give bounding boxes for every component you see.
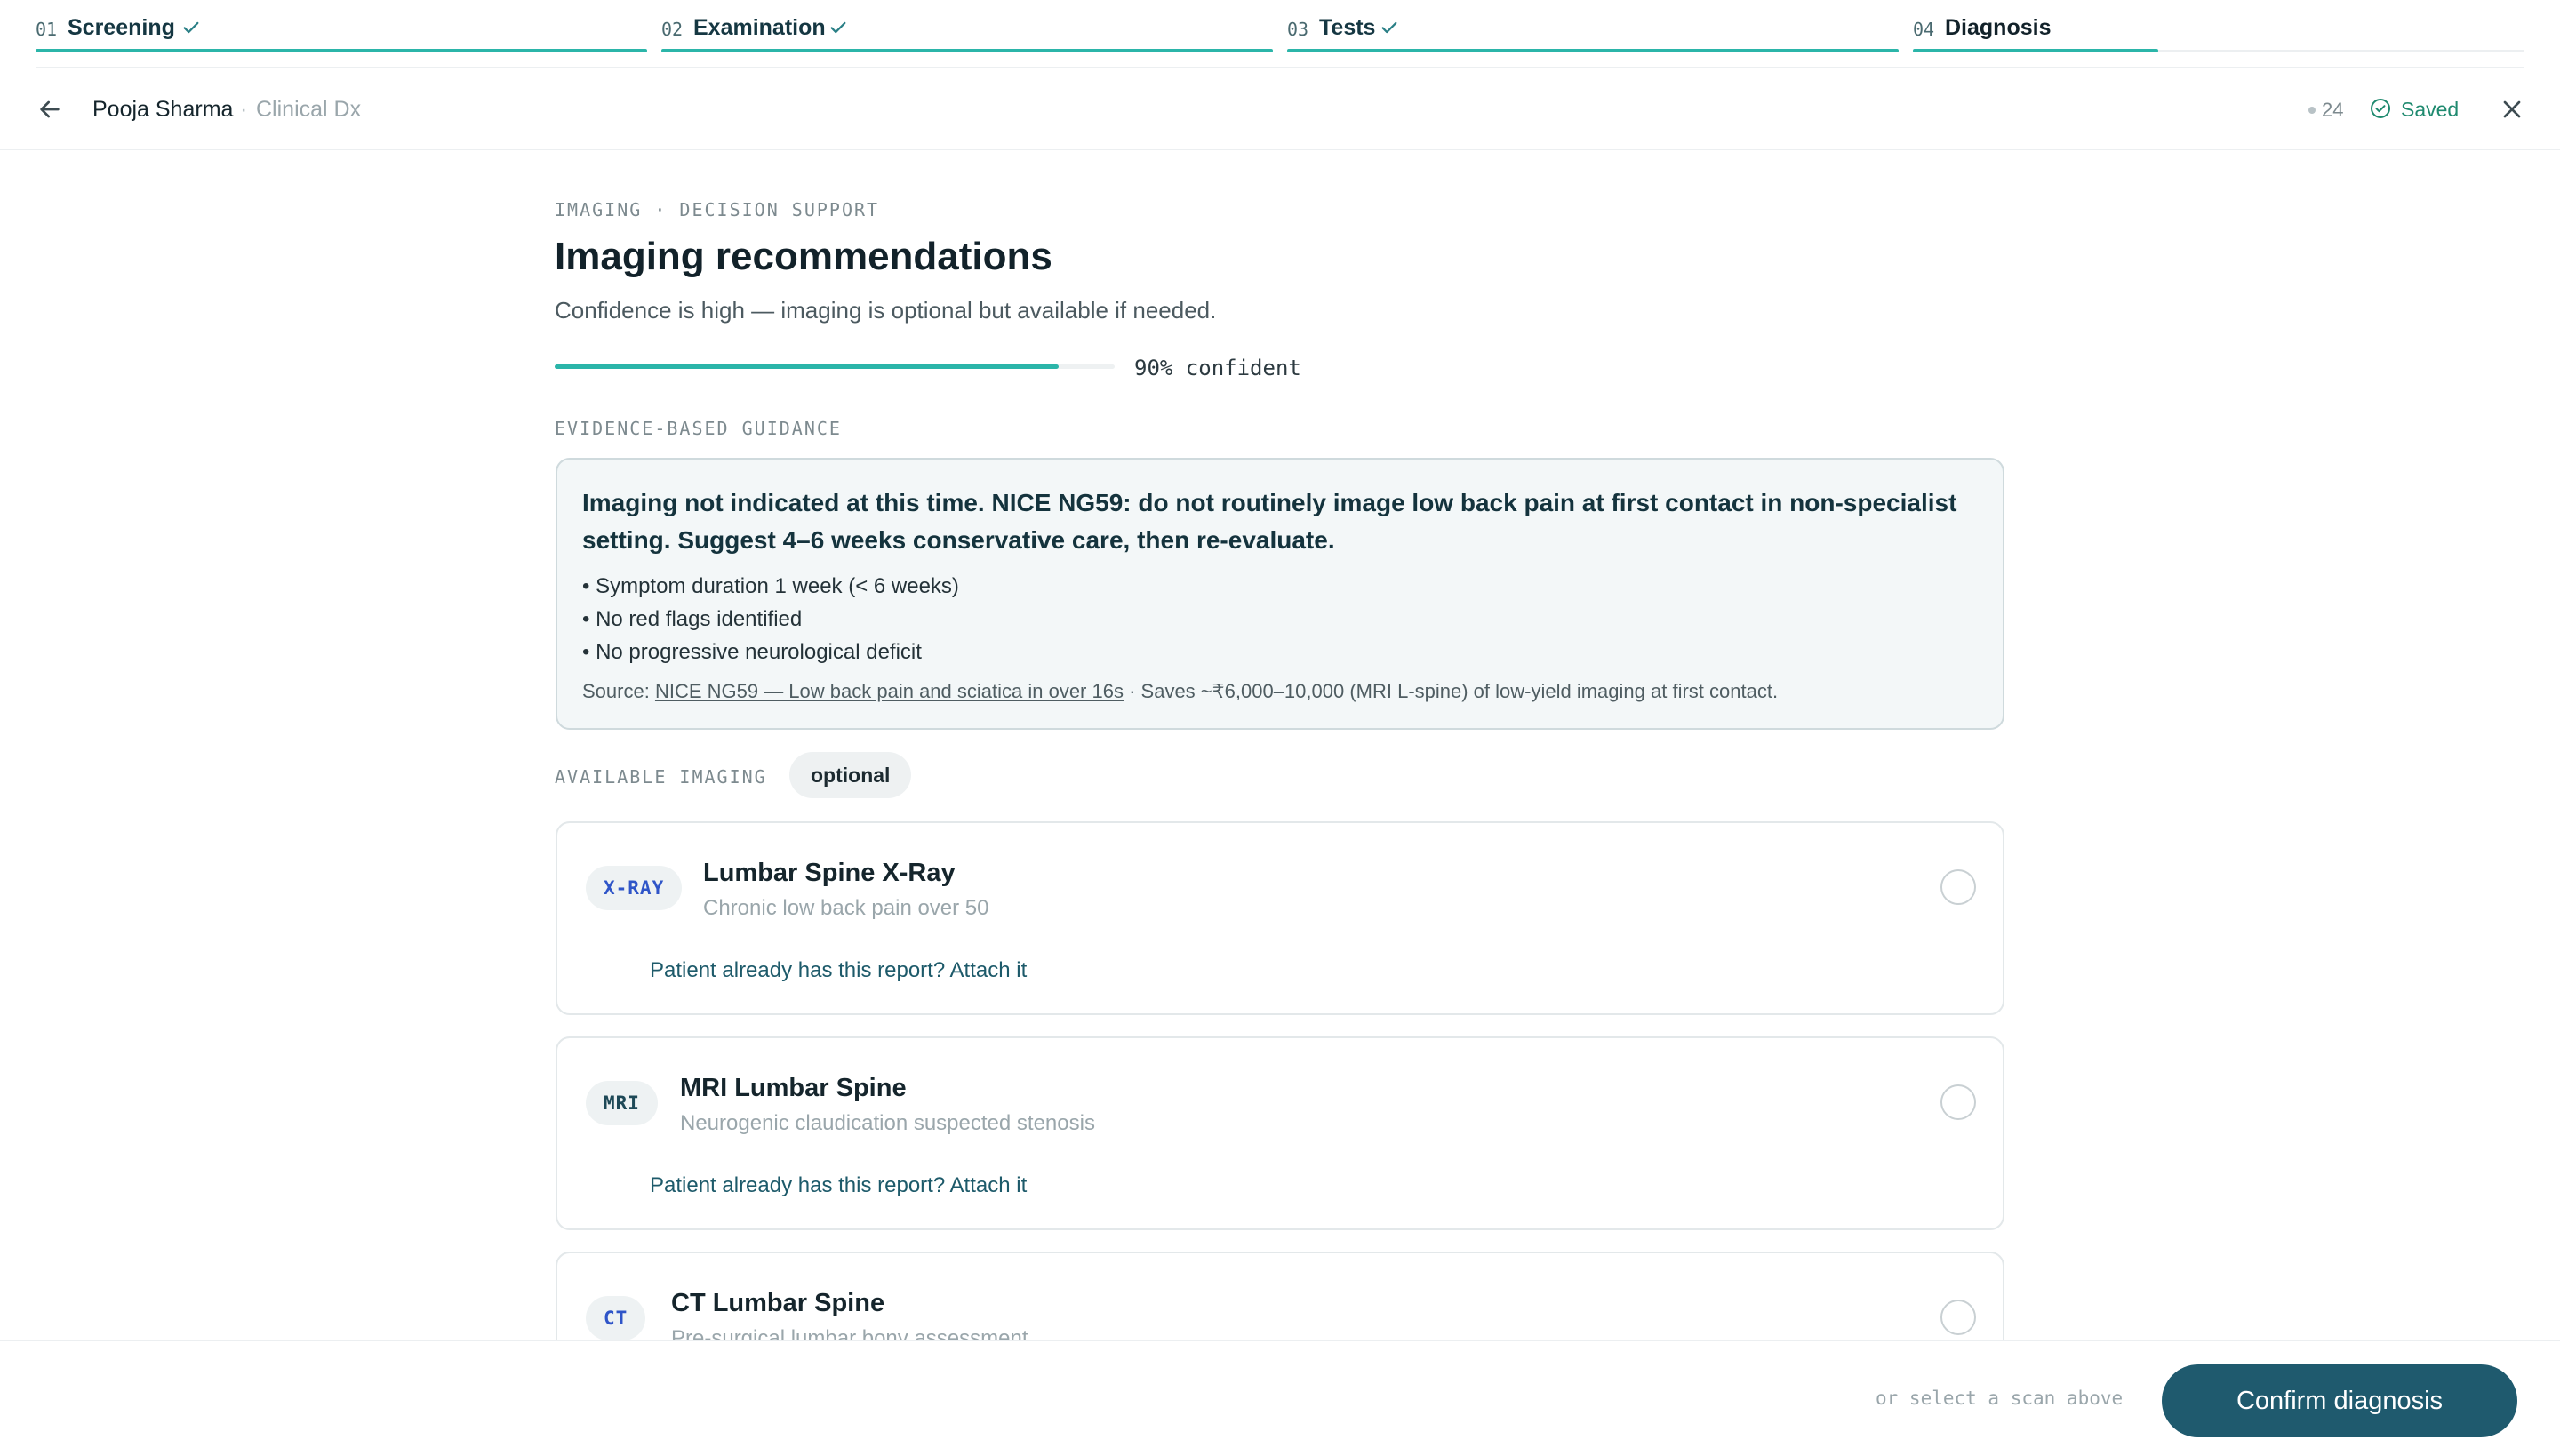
step-progress-bar: [1913, 49, 2158, 52]
step-number: 03: [1287, 19, 1309, 40]
confidence-label: 90% confident: [1134, 356, 1301, 380]
imaging-card-mri[interactable]: MRI MRI Lumbar Spine Neurogenic claudica…: [556, 1036, 2004, 1230]
modality-badge: CT: [586, 1296, 646, 1340]
step-diagnosis[interactable]: 04 Diagnosis: [1913, 0, 2524, 53]
imaging-title: MRI Lumbar Spine: [680, 1074, 907, 1102]
step-label: Screening: [68, 15, 175, 40]
page-subtitle: Confidence is high — imaging is optional…: [555, 297, 1217, 324]
action-footer: or select a scan above Confirm diagnosis: [0, 1340, 2560, 1456]
imaging-indication: Neurogenic claudication suspected stenos…: [680, 1111, 1095, 1135]
step-screening[interactable]: 01 Screening: [36, 0, 647, 53]
close-icon[interactable]: [2498, 95, 2526, 124]
confirm-diagnosis-button[interactable]: Confirm diagnosis: [2162, 1364, 2517, 1437]
guidance-bullet: Symptom duration 1 week (< 6 weeks): [582, 570, 959, 603]
guidance-bullet: No progressive neurological deficit: [582, 636, 959, 668]
check-icon: [830, 21, 846, 34]
header-separator: ·: [240, 97, 248, 122]
optional-badge: optional: [789, 752, 912, 798]
guidance-bullets: Symptom duration 1 week (< 6 weeks) No r…: [582, 570, 959, 668]
step-progress-bar: [1287, 49, 1899, 52]
header-context: Clinical Dx: [256, 97, 362, 122]
step-label: Examination: [693, 15, 826, 40]
attach-report-link[interactable]: Patient already has this report? Attach …: [650, 1173, 1027, 1198]
patient-name: Pooja Sharma: [92, 97, 234, 122]
entry-count: 24: [2322, 99, 2344, 121]
imaging-title: Lumbar Spine X-Ray: [703, 859, 956, 887]
step-progress-bar: [36, 49, 647, 52]
step-number: 01: [36, 19, 58, 40]
source-suffix: · Saves ~₹6,000–10,000 (MRI L-spine) of …: [1123, 680, 1779, 702]
imaging-card-xray[interactable]: X-RAY Lumbar Spine X-Ray Chronic low bac…: [556, 821, 2004, 1015]
step-number: 02: [661, 19, 684, 40]
source-link[interactable]: NICE NG59 — Low back pain and sciatica i…: [655, 680, 1124, 702]
footer-hint: or select a scan above: [1876, 1388, 2124, 1409]
confidence-bar: [555, 364, 1115, 369]
step-label: Tests: [1319, 15, 1376, 40]
guidance-headline: Imaging not indicated at this time. NICE…: [582, 489, 1957, 554]
modality-badge: MRI: [586, 1081, 658, 1125]
source-prefix: Source:: [582, 680, 655, 702]
attach-report-link[interactable]: Patient already has this report? Attach …: [650, 958, 1027, 983]
guidance-bullet: No red flags identified: [582, 603, 959, 636]
check-circle-icon: [2371, 99, 2390, 118]
saved-status: Saved: [2401, 98, 2460, 121]
check-icon: [1381, 21, 1397, 34]
progress-stepper: 01 Screening 02 Examination 03 Tests 04 …: [36, 0, 2524, 68]
step-progress-bar: [661, 49, 1273, 52]
step-progress-track: [2158, 50, 2524, 52]
status-dot: [2308, 107, 2316, 114]
step-tests[interactable]: 03 Tests: [1287, 0, 1899, 53]
imaging-title: CT Lumbar Spine: [671, 1289, 885, 1317]
step-number: 04: [1913, 19, 1935, 40]
available-imaging-label: AVAILABLE IMAGING: [555, 766, 767, 788]
step-examination[interactable]: 02 Examination: [661, 0, 1273, 53]
patient-header: Pooja Sharma · Clinical Dx 24 Saved: [0, 68, 2560, 150]
back-arrow-icon[interactable]: [36, 95, 64, 124]
check-icon: [183, 21, 199, 34]
imaging-indication: Chronic low back pain over 50: [703, 896, 989, 920]
guidance-source: Source: NICE NG59 — Low back pain and sc…: [582, 680, 1778, 703]
confidence-bar-fill: [555, 364, 1059, 369]
step-label: Diagnosis: [1945, 15, 2052, 40]
select-radio[interactable]: [1940, 869, 1976, 905]
evidence-guidance-panel: Imaging not indicated at this time. NICE…: [556, 458, 2004, 730]
select-radio[interactable]: [1940, 1300, 1976, 1335]
section-eyebrow: IMAGING · DECISION SUPPORT: [555, 199, 880, 220]
modality-badge: X-RAY: [586, 866, 683, 910]
guidance-label: EVIDENCE-BASED GUIDANCE: [555, 418, 842, 439]
page-title: Imaging recommendations: [555, 235, 1052, 278]
select-radio[interactable]: [1940, 1084, 1976, 1120]
